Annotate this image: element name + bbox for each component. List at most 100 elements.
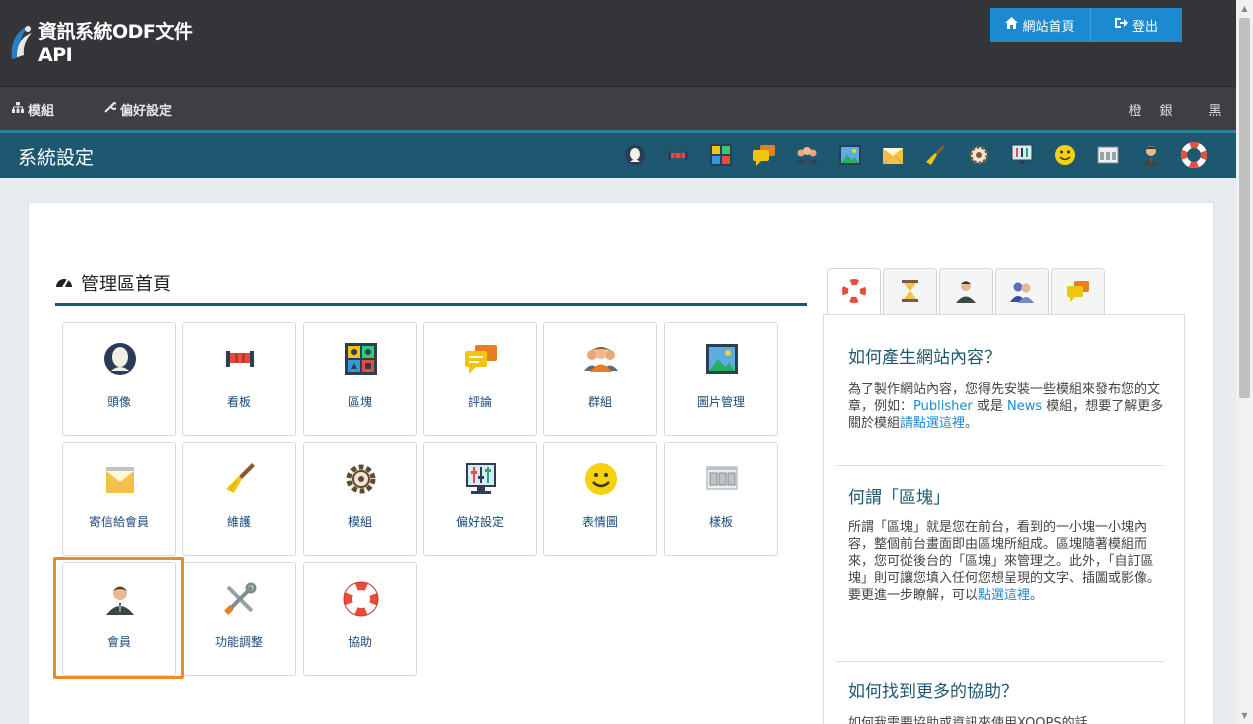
help-text: 。 <box>965 416 979 431</box>
wrench-icon <box>104 101 118 117</box>
scroll-down-arrow-icon[interactable]: ▼ <box>1236 707 1253 724</box>
help-heading-blocks: 何謂「區塊」 <box>848 488 950 508</box>
help-divider <box>836 661 1164 662</box>
tile-blocks[interactable]: 區塊 <box>303 322 417 436</box>
broom-icon <box>222 461 258 497</box>
lifebuoy-icon <box>841 278 867 308</box>
tab-user[interactable] <box>939 268 993 316</box>
hourglass-icon <box>899 278 921 308</box>
home-button[interactable]: 網站首頁 <box>990 8 1090 42</box>
tile-images[interactable]: 圖片管理 <box>664 322 778 436</box>
scroll-up-arrow-icon[interactable]: ▲ <box>1236 0 1253 17</box>
site-logo[interactable]: 資訊系統ODF文件API <box>8 18 198 66</box>
theme-silver-button[interactable]: 銀 <box>1152 87 1180 131</box>
tile-label: 功能調整 <box>214 635 263 649</box>
sign-out-icon <box>1114 17 1128 33</box>
help-divider <box>836 465 1164 466</box>
tile-label: 頭像 <box>106 395 131 409</box>
mail-icon <box>102 461 138 497</box>
help-heading-content: 如何產生網站內容？ <box>848 348 1001 368</box>
help-text: 。 <box>1030 588 1044 603</box>
smiley-icon[interactable] <box>1052 142 1078 168</box>
tile-comments[interactable]: 評論 <box>423 322 537 436</box>
groups-icon <box>583 341 619 377</box>
tile-label: 區塊 <box>347 395 372 409</box>
tile-groups[interactable]: 群組 <box>543 322 657 436</box>
logout-button-label: 登出 <box>1131 19 1158 35</box>
comments-icon[interactable] <box>751 142 777 168</box>
scrollbar-thumb[interactable] <box>1239 18 1250 398</box>
news-link[interactable]: News <box>1007 399 1042 414</box>
comments-icon <box>463 341 499 377</box>
menu-preferences-label: 偏好設定 <box>120 103 173 119</box>
users-icon <box>1009 278 1035 308</box>
blocks-icon[interactable] <box>708 142 734 168</box>
logout-button[interactable]: 登出 <box>1090 8 1182 42</box>
tile-smilies[interactable]: 表情圖 <box>543 442 657 556</box>
help-paragraph-content: 為了製作網站內容，您得先安裝一些模組來發布您的文章，例如：Publisher 或… <box>848 381 1166 432</box>
groups-icon[interactable] <box>794 142 820 168</box>
banner-icon <box>222 341 258 377</box>
tile-system-tools[interactable]: 功能調整 <box>182 562 296 676</box>
tile-maintenance[interactable]: 維護 <box>182 442 296 556</box>
blocks-info-link[interactable]: 點選這裡 <box>978 588 1030 603</box>
tile-templates[interactable]: 樣板 <box>664 442 778 556</box>
templates-icon <box>704 461 740 497</box>
tile-modules[interactable]: 模組 <box>303 442 417 556</box>
preferences-icon <box>463 461 499 497</box>
user-icon[interactable] <box>1138 142 1164 168</box>
lifebuoy-icon <box>343 581 379 617</box>
tab-history[interactable] <box>883 268 937 316</box>
tile-label: 維護 <box>226 515 251 529</box>
gear-icon <box>343 461 379 497</box>
tab-comments[interactable] <box>1051 268 1105 316</box>
tile-label: 群組 <box>587 395 612 409</box>
mail-icon[interactable] <box>880 142 906 168</box>
logo-mark-icon <box>8 21 34 61</box>
avatar-icon[interactable] <box>622 142 648 168</box>
page-title-bar: 系統設定 <box>0 130 1236 178</box>
comments-icon <box>1065 278 1091 308</box>
section-title: 管理區首頁 <box>81 274 171 295</box>
blocks-icon <box>343 341 379 377</box>
avatar-icon <box>102 341 138 377</box>
home-icon <box>1005 17 1019 33</box>
tools-icon <box>222 581 258 617</box>
images-icon[interactable] <box>837 142 863 168</box>
banner-icon[interactable] <box>665 142 691 168</box>
tile-label: 看板 <box>226 395 251 409</box>
images-icon <box>704 341 740 377</box>
menu-preferences[interactable]: 偏好設定 <box>104 87 172 131</box>
tile-banners[interactable]: 看板 <box>182 322 296 436</box>
modules-info-link[interactable]: 請點選這裡 <box>900 416 965 431</box>
page-title: 系統設定 <box>18 147 95 169</box>
tab-help[interactable] <box>827 268 881 316</box>
theme-orange-button[interactable]: 橙 <box>1121 87 1149 131</box>
tile-mail-users[interactable]: 寄信給會員 <box>62 442 176 556</box>
tile-label: 偏好設定 <box>455 515 504 529</box>
tile-help[interactable]: 協助 <box>303 562 417 676</box>
publisher-link[interactable]: Publisher <box>913 399 973 414</box>
menu-modules[interactable]: 模組 <box>12 87 54 131</box>
maintenance-icon[interactable] <box>923 142 949 168</box>
preferences-icon[interactable] <box>1009 142 1035 168</box>
site-title: 資訊系統ODF文件API <box>38 20 193 66</box>
theme-black-button[interactable]: 黑 <box>1201 87 1229 131</box>
menu-bar: 模組 偏好設定 橙 銀 黑 <box>0 86 1236 130</box>
tile-avatars[interactable]: 頭像 <box>62 322 176 436</box>
help-paragraph-blocks: 所謂「區塊」就是您在前台，看到的一小塊一小塊內容，整個前台畫面即由區塊所組成。區… <box>848 519 1166 604</box>
tab-users[interactable] <box>995 268 1049 316</box>
help-panel: 如何產生網站內容？ 為了製作網站內容，您得先安裝一些模組來發布您的文章，例如：P… <box>823 314 1185 724</box>
help-heading-more-help: 如何找到更多的協助？ <box>848 682 1018 702</box>
gear-icon[interactable] <box>966 142 992 168</box>
templates-icon[interactable] <box>1095 142 1121 168</box>
tile-label: 圖片管理 <box>696 395 745 409</box>
section-divider <box>55 303 807 306</box>
sitemap-icon <box>12 101 24 117</box>
tile-preferences[interactable]: 偏好設定 <box>423 442 537 556</box>
page-scrollbar[interactable]: ▲ ▼ <box>1236 0 1253 724</box>
tile-label: 模組 <box>347 515 372 529</box>
help-tabs <box>827 268 1107 316</box>
lifebuoy-icon[interactable] <box>1181 142 1207 168</box>
tile-label: 協助 <box>347 635 372 649</box>
